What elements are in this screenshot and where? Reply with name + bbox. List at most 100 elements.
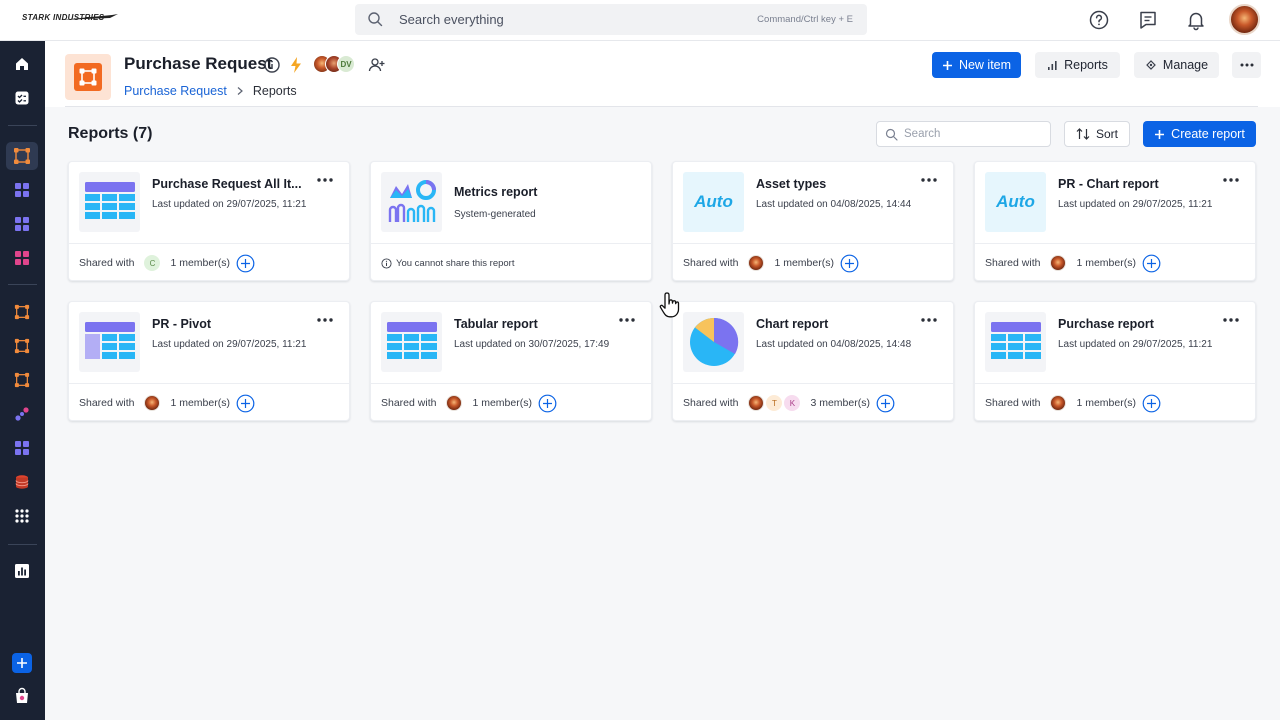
global-search-shortcut: Command/Ctrl key + E (757, 14, 853, 25)
card-divider (69, 243, 349, 244)
member-avatar[interactable] (446, 395, 463, 411)
new-item-button[interactable]: New item (932, 52, 1021, 78)
nav-workflow-icon[interactable] (12, 370, 32, 390)
add-circle-icon[interactable] (538, 394, 557, 413)
member-count: 3 member(s) (810, 397, 870, 409)
member-avatar-dv[interactable]: DV (337, 55, 355, 73)
report-card[interactable]: Metrics report System-generated You cann… (370, 161, 652, 281)
report-title[interactable]: PR - Chart report (1058, 177, 1208, 191)
global-search[interactable]: Search everything Command/Ctrl key + E (355, 4, 867, 35)
help-icon[interactable] (1088, 9, 1110, 31)
shared-with-label: Shared with (985, 397, 1041, 409)
add-circle-icon[interactable] (236, 394, 255, 413)
report-title[interactable]: Metrics report (454, 185, 604, 199)
nav-integration-icon[interactable] (12, 404, 32, 424)
nav-tasks-icon[interactable] (12, 88, 32, 108)
more-horizontal-icon[interactable] (618, 316, 636, 324)
report-title[interactable]: Tabular report (454, 317, 604, 331)
report-card[interactable]: Auto PR - Chart report Last updated on 2… (974, 161, 1256, 281)
add-circle-icon[interactable] (840, 254, 859, 273)
member-avatar-k[interactable]: K (784, 395, 801, 411)
more-horizontal-icon[interactable] (1222, 316, 1240, 324)
member-avatar[interactable] (1050, 395, 1067, 411)
member-count: 1 member(s) (170, 397, 230, 409)
report-card[interactable]: Purchase Request All It... Last updated … (68, 161, 350, 281)
nav-workflow-icon[interactable] (12, 302, 32, 322)
report-last-updated: Last updated on 04/08/2025, 14:44 (756, 199, 912, 210)
more-horizontal-icon[interactable] (920, 176, 938, 184)
add-circle-icon[interactable] (876, 394, 895, 413)
nav-database-icon[interactable] (12, 472, 32, 492)
nav-all-apps-icon[interactable] (12, 506, 32, 526)
reports-button[interactable]: Reports (1035, 52, 1120, 78)
add-circle-icon[interactable] (1142, 254, 1161, 273)
member-avatar[interactable] (144, 395, 161, 411)
member-avatar[interactable] (1050, 255, 1067, 271)
report-title[interactable]: Asset types (756, 177, 906, 191)
nav-workflow-icon[interactable] (12, 336, 32, 356)
shared-with-label: Shared with (985, 257, 1041, 269)
automation-icon[interactable] (287, 56, 305, 74)
report-card[interactable]: Chart report Last updated on 04/08/2025,… (672, 301, 954, 421)
report-system-generated: System-generated (454, 209, 536, 220)
sort-label: Sort (1095, 127, 1118, 141)
sort-button[interactable]: Sort (1064, 121, 1130, 147)
card-footer: Shared with C 1 member(s) (79, 253, 255, 273)
member-avatar[interactable] (748, 395, 765, 411)
top-bar: STARK INDUSTRIES Search everything Comma… (0, 0, 1280, 41)
report-title[interactable]: PR - Pivot (152, 317, 302, 331)
nav-app-grid-pink-icon[interactable] (12, 248, 32, 268)
nav-home-icon[interactable] (12, 54, 32, 74)
info-icon (381, 257, 392, 269)
report-card[interactable]: Purchase report Last updated on 29/07/20… (974, 301, 1256, 421)
create-report-button[interactable]: Create report (1143, 121, 1256, 147)
notification-bell-icon[interactable] (1185, 9, 1207, 31)
member-avatar-c[interactable]: C (144, 255, 161, 271)
add-member-icon[interactable] (368, 56, 386, 74)
member-count: 1 member(s) (1076, 257, 1136, 269)
nav-purchase-request-icon[interactable] (6, 142, 38, 170)
report-card[interactable]: Auto Asset types Last updated on 04/08/2… (672, 161, 954, 281)
nav-add-app-icon[interactable] (12, 653, 32, 673)
breadcrumb-root-link[interactable]: Purchase Request (124, 84, 227, 98)
nav-app-grid-icon[interactable] (12, 214, 32, 234)
nav-marketplace-icon[interactable] (12, 686, 32, 706)
report-title[interactable]: Purchase report (1058, 317, 1208, 331)
nav-analytics-icon[interactable] (12, 561, 32, 581)
member-count: 1 member(s) (1076, 397, 1136, 409)
info-icon[interactable] (263, 56, 281, 74)
more-options-button[interactable] (1232, 52, 1261, 78)
more-horizontal-icon[interactable] (316, 176, 334, 184)
more-horizontal-icon[interactable] (1222, 176, 1240, 184)
messages-icon[interactable] (1137, 9, 1159, 31)
report-card[interactable]: PR - Pivot Last updated on 29/07/2025, 1… (68, 301, 350, 421)
more-horizontal-icon[interactable] (316, 316, 334, 324)
manage-button[interactable]: Manage (1134, 52, 1219, 78)
nav-app-grid-icon[interactable] (12, 438, 32, 458)
nav-app-grid-icon[interactable] (12, 180, 32, 200)
add-circle-icon[interactable] (236, 254, 255, 273)
reports-search-input[interactable] (904, 126, 1044, 142)
card-footer: Shared with 1 member(s) (79, 393, 255, 413)
report-last-updated: Last updated on 30/07/2025, 17:49 (454, 339, 610, 350)
member-avatar-t[interactable]: T (766, 395, 783, 411)
member-count: 1 member(s) (170, 257, 230, 269)
card-footer: Shared with 1 member(s) (381, 393, 557, 413)
more-horizontal-icon[interactable] (920, 316, 938, 324)
report-title[interactable]: Purchase Request All It... (152, 177, 302, 191)
nav-divider (8, 284, 37, 285)
report-last-updated: Last updated on 29/07/2025, 11:21 (1058, 199, 1213, 210)
member-avatar[interactable] (748, 255, 765, 271)
card-footer: Shared with 1 member(s) (683, 253, 859, 273)
auto-thumb-text: Auto (694, 192, 733, 211)
page-title: Purchase Request (124, 54, 273, 73)
search-icon (885, 128, 898, 141)
reports-heading: Reports (7) (68, 125, 153, 142)
reports-search[interactable] (876, 121, 1051, 147)
add-circle-icon[interactable] (1142, 394, 1161, 413)
report-card[interactable]: Tabular report Last updated on 30/07/202… (370, 301, 652, 421)
shared-with-label: Shared with (683, 397, 739, 409)
nav-divider (8, 544, 37, 545)
report-title[interactable]: Chart report (756, 317, 906, 331)
user-avatar[interactable] (1229, 4, 1260, 35)
